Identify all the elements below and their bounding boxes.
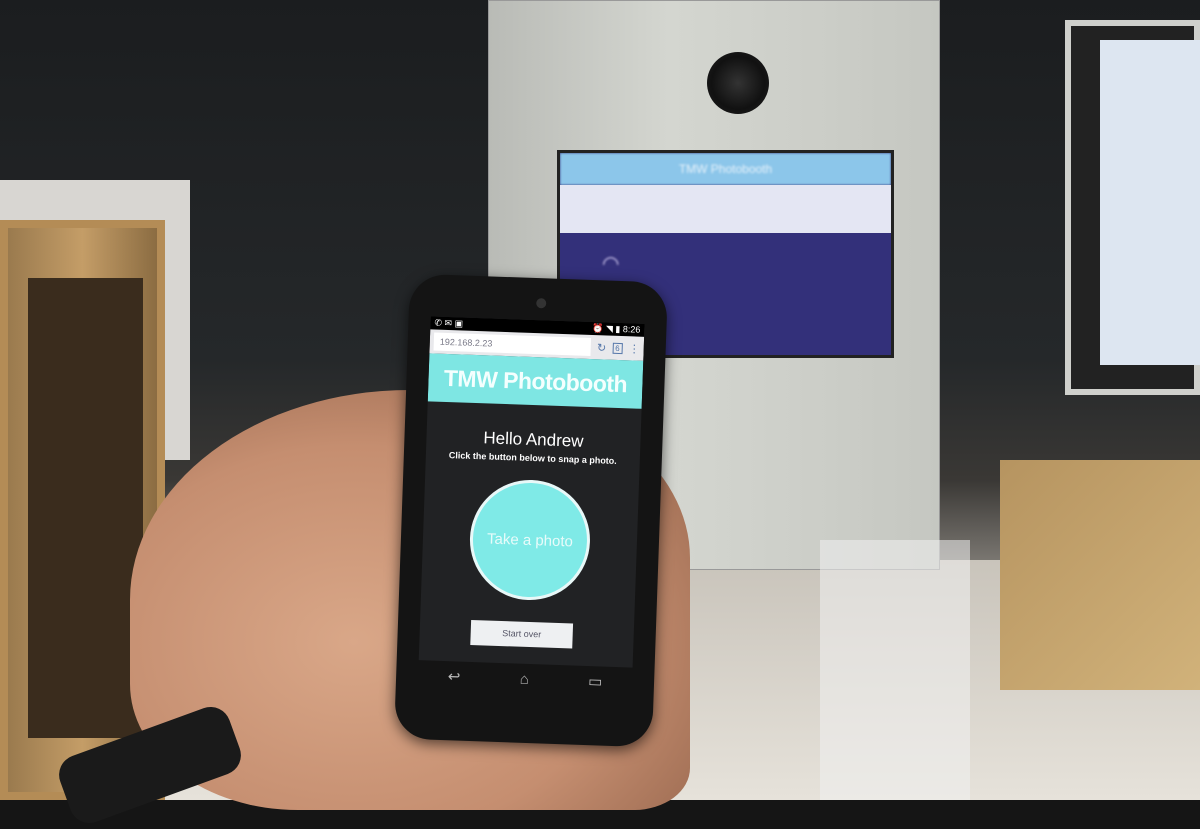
app-title: TMW Photobooth — [427, 353, 644, 409]
wifi-icon: ◠ — [602, 253, 620, 275]
reload-icon[interactable]: ↻ — [597, 341, 607, 354]
android-nav-bar: ↩ ⌂ ▭ — [418, 660, 633, 697]
acrylic-stand — [820, 540, 970, 800]
tabs-icon[interactable]: 6 — [612, 342, 623, 354]
front-camera — [536, 298, 547, 309]
neon-sign — [938, 22, 1073, 82]
phone: ✆ ✉ ▣ ⏰ ◥ ▮ 8:26 192.168.2.23 ↻ 6 ⋮ TMW … — [393, 273, 669, 748]
wooden-crate — [1000, 460, 1200, 690]
home-icon[interactable]: ⌂ — [519, 670, 529, 687]
notification-icons: ✆ ✉ ▣ — [434, 317, 464, 329]
phone-screen: ✆ ✉ ▣ ⏰ ◥ ▮ 8:26 192.168.2.23 ↻ 6 ⋮ TMW … — [418, 316, 645, 668]
take-photo-button[interactable]: Take a photo — [467, 477, 593, 603]
camera-lens — [707, 52, 769, 114]
recents-icon[interactable]: ▭ — [588, 672, 603, 690]
status-time: 8:26 — [622, 324, 641, 335]
menu-icon[interactable]: ⋮ — [628, 342, 639, 355]
start-over-button[interactable]: Start over — [470, 619, 574, 649]
printer-interior — [28, 278, 143, 738]
status-icons: ⏰ ◥ ▮ — [592, 323, 624, 335]
right-monitor-screen — [1100, 40, 1200, 365]
monitor-info-band — [560, 185, 891, 233]
monitor-title: TMW Photobooth — [560, 153, 891, 185]
url-input[interactable]: 192.168.2.23 — [433, 332, 592, 356]
back-icon[interactable]: ↩ — [448, 667, 461, 685]
